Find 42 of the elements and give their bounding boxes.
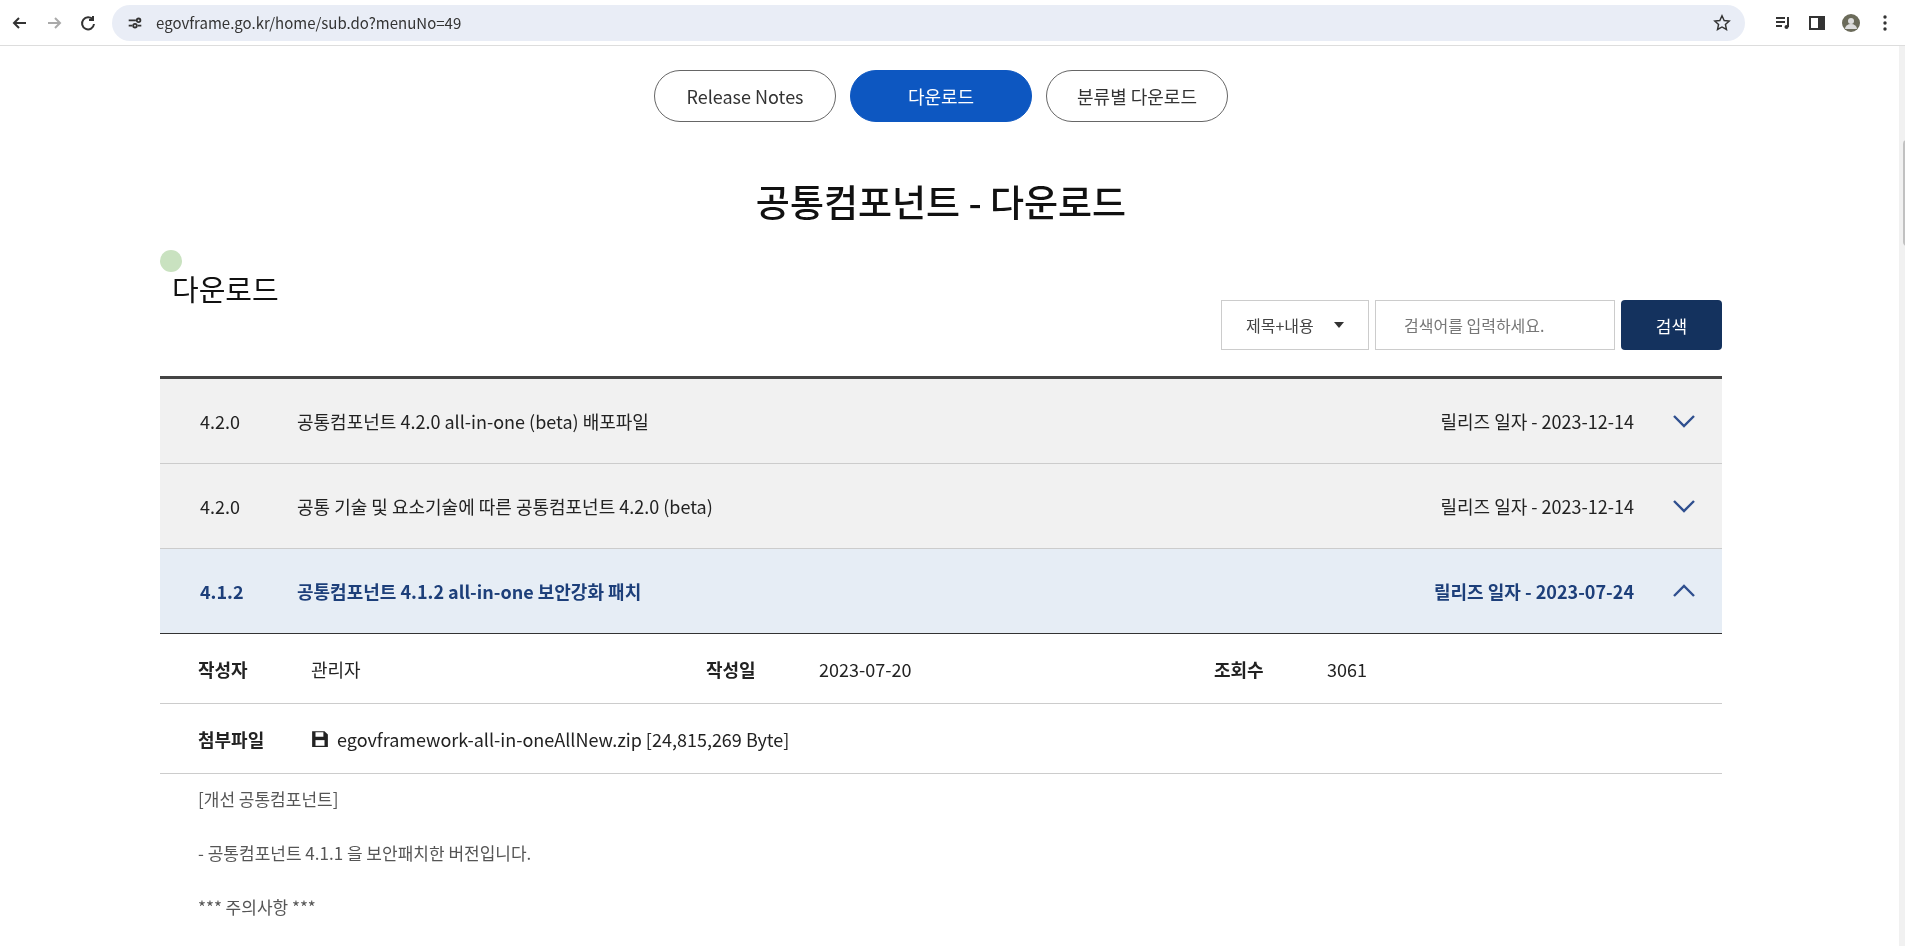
chevron-down-icon[interactable] bbox=[1672, 499, 1696, 513]
field-label: 작성일 bbox=[706, 655, 757, 682]
search-button[interactable]: 검색 bbox=[1621, 300, 1722, 350]
release-date: 릴리즈 일자 - 2023-12-14 bbox=[1440, 493, 1634, 519]
field-label: 작성자 bbox=[198, 655, 249, 682]
field-value: 관리자 bbox=[311, 655, 361, 682]
decorative-dot bbox=[160, 250, 182, 272]
tab[interactable]: Release Notes bbox=[654, 70, 836, 122]
tab[interactable]: 다운로드 bbox=[850, 70, 1032, 122]
version-text: 4.2.0 bbox=[200, 493, 241, 519]
release-row[interactable]: 4.2.0 공통 기술 및 요소기술에 따른 공통컴포넌트 4.2.0 (beta) 릴리즈 일자 - 2023-12-14 bbox=[160, 464, 1722, 549]
caret-icon bbox=[1334, 322, 1344, 328]
body-text: *** 주의사항 *** bbox=[198, 896, 317, 918]
release-row[interactable]: 4.1.2 공통컴포넌트 4.1.2 all-in-one 보안강화 패치 릴리즈 일자 - 2023-07-24 bbox=[160, 549, 1722, 634]
field-value: 2023-07-20 bbox=[819, 655, 912, 682]
search-scope-dropdown[interactable]: 제목+내용 bbox=[1221, 300, 1369, 350]
chevron-up-icon[interactable] bbox=[1672, 584, 1696, 598]
section-title: 다운로드 bbox=[172, 272, 279, 304]
body-text: - 공통컴포넌트 4.1.1 을 보안패치한 버전입니다. bbox=[198, 842, 533, 864]
field-label: 첨부파일 bbox=[198, 725, 266, 752]
bookmark-star-icon[interactable] bbox=[1713, 13, 1731, 32]
release-row[interactable]: 4.2.0 공통컴포넌트 4.2.0 all-in-one (beta) 배포파일 릴리즈 일자 - 2023-12-14 bbox=[160, 379, 1722, 464]
version-text: 4.2.0 bbox=[200, 408, 241, 434]
page-title: 공통컴포넌트 - 다운로드 bbox=[754, 174, 1128, 228]
field-value: 3061 bbox=[1327, 655, 1367, 682]
profile-avatar-icon[interactable] bbox=[1841, 12, 1861, 33]
release-title: 공통컴포넌트 4.1.2 all-in-one 보안강화 패치 bbox=[297, 578, 643, 604]
release-title: 공통컴포넌트 4.2.0 all-in-one (beta) 배포파일 bbox=[297, 408, 650, 434]
url-text: egovframe.go.kr/home/sub.do?menuNo=49 bbox=[156, 12, 463, 33]
chevron-down-icon[interactable] bbox=[1672, 414, 1696, 428]
release-date: 릴리즈 일자 - 2023-12-14 bbox=[1440, 408, 1634, 434]
field-label: 조회수 bbox=[1214, 655, 1265, 682]
version-text: 4.1.2 bbox=[200, 578, 245, 604]
scrollbar[interactable] bbox=[1899, 46, 1905, 946]
address-bar[interactable]: egovframe.go.kr/home/sub.do?menuNo=49 bbox=[112, 4, 1745, 41]
dropdown-label: 제목+내용 bbox=[1246, 313, 1314, 337]
attachment-link[interactable]: egovframework-all-in-oneAllNew.zip [24,815,269 Byte] bbox=[337, 725, 790, 752]
release-title: 공통 기술 및 요소기술에 따른 공통컴포넌트 4.2.0 (beta) bbox=[297, 493, 714, 519]
release-date: 릴리즈 일자 - 2023-07-24 bbox=[1434, 578, 1634, 604]
body-text: [개선 공통컴포넌트] bbox=[198, 788, 340, 810]
search-field[interactable]: 검색어를 입력하세요. bbox=[1375, 300, 1615, 350]
tab[interactable]: 분류별 다운로드 bbox=[1046, 70, 1228, 122]
